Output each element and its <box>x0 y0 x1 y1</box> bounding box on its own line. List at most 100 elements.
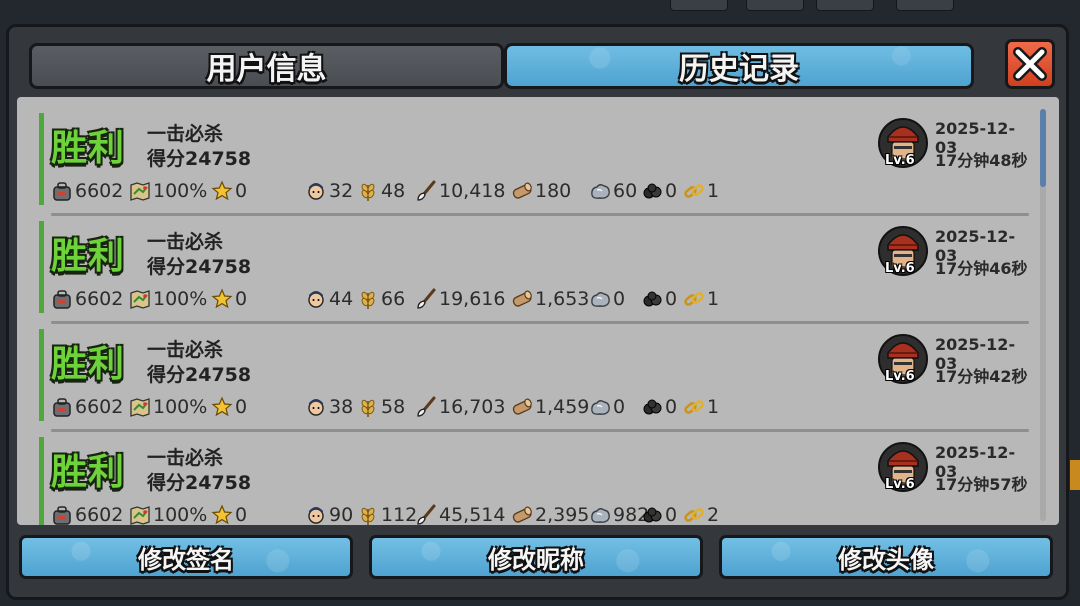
entry-accent-bar <box>39 113 44 205</box>
stat-star: 0 <box>211 392 247 422</box>
avatar: Lv.6 <box>877 331 929 387</box>
entry-accent-bar <box>39 221 44 313</box>
wheat-icon <box>361 399 375 417</box>
stat-brush: 16,703 <box>415 392 505 422</box>
stat-stone: 0 <box>589 284 625 314</box>
stat-star: 0 <box>211 176 247 206</box>
stat-value: 0 <box>235 504 248 525</box>
chain-icon <box>684 508 704 522</box>
stat-backpack: 6602 <box>51 500 123 525</box>
match-duration: 17分钟57秒 <box>935 475 1028 494</box>
player-level: Lv.6 <box>885 477 915 492</box>
tab-history[interactable]: 历史记录 <box>504 43 974 89</box>
stat-value: 1,459 <box>535 396 590 418</box>
stat-value: 10,418 <box>439 180 506 202</box>
stat-value: 1 <box>707 180 720 202</box>
stat-value: 100% <box>153 180 208 202</box>
stat-wood-log: 180 <box>511 176 571 206</box>
backpack-icon <box>53 182 71 201</box>
stat-wheat: 48 <box>357 176 405 206</box>
entry-divider <box>51 213 1029 216</box>
stat-wheat: 58 <box>357 392 405 422</box>
stats-row: 6602 100% 0 38 58 16,703 1,459 0 0 1 <box>51 392 771 422</box>
stat-value: 48 <box>381 180 406 202</box>
villager-icon <box>308 291 324 308</box>
stat-value: 100% <box>153 288 208 310</box>
stone-icon <box>591 184 610 199</box>
match-score: 得分24758 <box>147 472 252 494</box>
stat-star: 0 <box>211 500 247 525</box>
backpack-icon <box>53 290 71 309</box>
stat-coal: 0 <box>641 284 677 314</box>
stat-value: 1 <box>707 396 720 418</box>
coal-icon <box>643 507 662 523</box>
stat-value: 0 <box>235 396 248 418</box>
edit-avatar-button[interactable]: 修改头像 <box>719 535 1053 579</box>
stat-backpack: 6602 <box>51 284 123 314</box>
stat-star: 0 <box>211 284 247 314</box>
stat-value: 66 <box>381 288 406 310</box>
match-score: 得分24758 <box>147 256 252 278</box>
stat-value: 1 <box>707 288 720 310</box>
match-result: 胜利 <box>51 452 126 493</box>
entry-accent-bar <box>39 329 44 421</box>
villager-icon <box>308 399 324 416</box>
avatar: Lv.6 <box>877 439 929 495</box>
entry-divider <box>51 321 1029 324</box>
stat-value: 58 <box>381 396 406 418</box>
history-scrollbar[interactable] <box>1040 109 1046 521</box>
game-mode: 一击必杀 <box>147 447 224 469</box>
brush-icon <box>417 396 436 417</box>
chain-icon <box>684 400 704 414</box>
stat-brush: 45,514 <box>415 500 505 525</box>
map-icon <box>130 290 150 309</box>
stat-villager: 32 <box>305 176 353 206</box>
match-result: 胜利 <box>51 236 126 277</box>
stat-value: 2,395 <box>535 504 590 525</box>
edit-signature-button[interactable]: 修改签名 <box>19 535 353 579</box>
edit-nickname-button[interactable]: 修改昵称 <box>369 535 703 579</box>
stone-icon <box>591 292 610 307</box>
history-entry[interactable]: 胜利 一击必杀 得分24758 6602 100% 0 38 58 16,703 1,459 0 0 1… <box>39 325 1033 432</box>
stat-backpack: 6602 <box>51 176 123 206</box>
tab-user-info[interactable]: 用户信息 <box>29 43 504 89</box>
match-duration: 17分钟42秒 <box>935 367 1028 386</box>
stat-villager: 44 <box>305 284 353 314</box>
stats-row: 6602 100% 0 44 66 19,616 1,653 0 0 1 <box>51 284 771 314</box>
brush-icon <box>417 504 436 525</box>
stat-value: 6602 <box>75 504 124 525</box>
history-entry[interactable]: 胜利 一击必杀 得分24758 6602 100% 0 32 48 10,418 180 60 0 1 L… <box>39 109 1033 216</box>
brush-icon <box>417 288 436 309</box>
wood-log-icon <box>512 182 532 199</box>
stat-value: 0 <box>613 288 626 310</box>
history-entry[interactable]: 胜利 一击必杀 得分24758 6602 100% 0 44 66 19,616 1,653 0 0 1… <box>39 217 1033 324</box>
stat-coal: 0 <box>641 392 677 422</box>
player-level: Lv.6 <box>885 261 915 276</box>
stat-villager: 38 <box>305 392 353 422</box>
stat-brush: 10,418 <box>415 176 505 206</box>
wood-log-icon <box>512 290 532 307</box>
stat-value: 0 <box>235 288 248 310</box>
stat-value: 45,514 <box>439 504 506 525</box>
chain-icon <box>684 292 704 306</box>
scrollbar-thumb[interactable] <box>1040 109 1046 187</box>
stats-row: 6602 100% 0 90 112 45,514 2,395 982 0 2 <box>51 500 771 525</box>
stat-value: 0 <box>665 180 678 202</box>
star-icon <box>211 180 233 201</box>
player-level: Lv.6 <box>885 369 915 384</box>
close-button[interactable] <box>1005 39 1055 89</box>
stat-coal: 0 <box>641 176 677 206</box>
stone-icon <box>591 400 610 415</box>
history-entry[interactable]: 胜利 一击必杀 得分24758 6602 100% 0 90 112 45,514 2,395 98… <box>39 433 1033 525</box>
stat-map: 100% <box>129 392 207 422</box>
wood-log-icon <box>512 398 532 415</box>
villager-icon <box>308 507 324 524</box>
stat-value: 1,653 <box>535 288 590 310</box>
stat-value: 0 <box>665 396 678 418</box>
stat-value: 2 <box>707 504 720 525</box>
history-list[interactable]: 胜利 一击必杀 得分24758 6602 100% 0 32 48 10,418 180 60 0 1 L… <box>17 97 1059 525</box>
stat-wood-log: 2,395 <box>511 500 589 525</box>
stone-icon <box>591 508 610 523</box>
brush-icon <box>417 180 436 201</box>
avatar: Lv.6 <box>877 223 929 279</box>
